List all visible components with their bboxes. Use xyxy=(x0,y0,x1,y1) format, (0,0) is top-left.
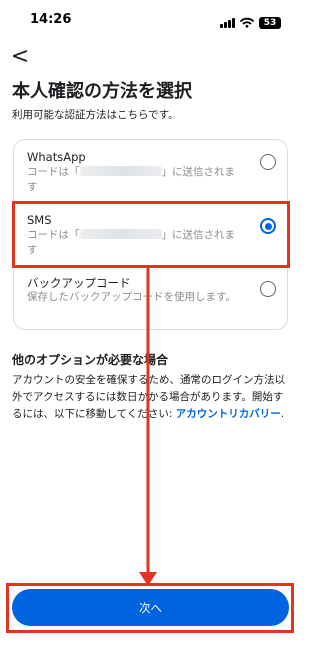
radio-whatsapp[interactable] xyxy=(260,154,276,170)
wifi-icon xyxy=(240,13,254,32)
next-button[interactable]: 次へ xyxy=(12,589,289,626)
battery-icon: 53 xyxy=(259,16,281,29)
help-heading: 他のオプションが必要な場合 xyxy=(12,353,169,367)
option-description: コードは「 」に送信されます xyxy=(27,166,235,193)
account-recovery-link[interactable]: アカウントリカバリー xyxy=(176,408,281,420)
masked-contact xyxy=(79,166,162,176)
option-description: 保存したバックアップコードを使用します。 xyxy=(27,291,236,303)
page-subtitle: 利用可能な認証方法はこちらです。 xyxy=(12,109,179,121)
status-bar: 14:26 53 xyxy=(0,0,301,38)
option-name: WhatsApp xyxy=(27,150,86,164)
option-name: バックアップコード xyxy=(27,276,131,290)
sms-highlight-annotation xyxy=(12,201,290,268)
page-title: 本人確認の方法を選択 xyxy=(12,81,192,102)
signal-icon xyxy=(220,17,235,28)
help-text: アカウントの安全を確保するため、通常のログイン方法以外でアクセスするには数日かか… xyxy=(12,374,285,420)
status-time: 14:26 xyxy=(30,12,72,27)
radio-backup-code[interactable] xyxy=(260,281,276,297)
option-whatsapp[interactable]: WhatsApp コードは「 」に送信されます xyxy=(14,140,289,202)
status-icons: 53 xyxy=(220,13,281,32)
option-backup-code[interactable]: バックアップコード 保存したバックアップコードを使用します。 xyxy=(14,268,289,330)
back-button[interactable]: < xyxy=(8,44,32,70)
